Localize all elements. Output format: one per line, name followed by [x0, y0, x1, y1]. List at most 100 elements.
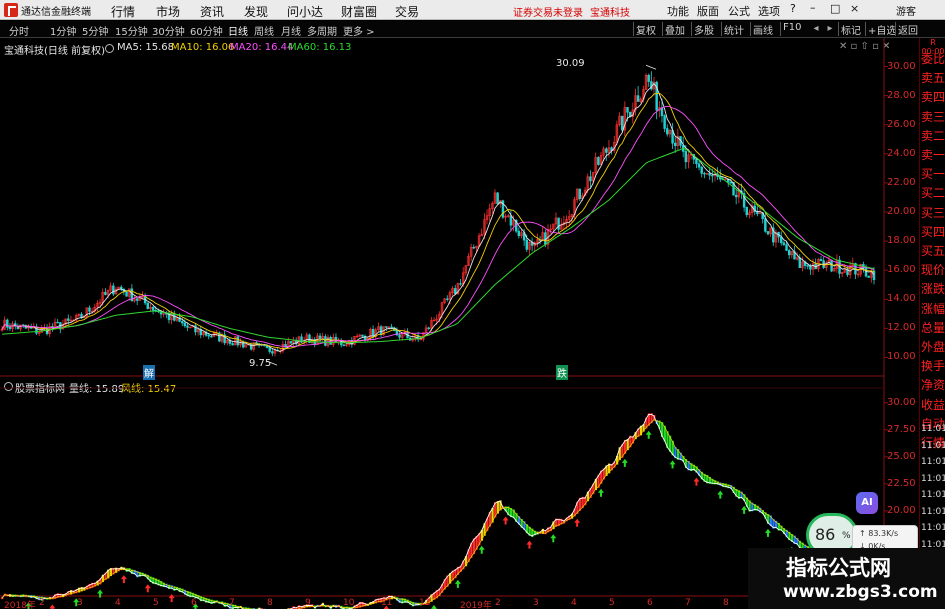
- candle-body: [231, 343, 234, 346]
- ma5-line: [1, 82, 875, 352]
- x-tick-label: 11: [381, 598, 393, 608]
- low-price-label: 9.75: [249, 358, 272, 369]
- side-item[interactable]: 总量: [921, 319, 945, 336]
- sub-y-tick: 30.00: [887, 396, 916, 408]
- ma60-line: [1, 147, 875, 344]
- x-tick-label: 12: [419, 598, 431, 608]
- main-y-tick: 30.00: [887, 60, 916, 72]
- candle-body: [385, 326, 388, 328]
- candle-body: [496, 192, 499, 205]
- side-item[interactable]: 收益: [921, 396, 945, 413]
- candle-body: [697, 163, 701, 168]
- candle-body: [419, 338, 422, 341]
- side-item[interactable]: 委比: [921, 50, 945, 67]
- candle-body: [427, 327, 430, 329]
- candle-body: [318, 335, 322, 340]
- signal-arrow: [717, 490, 724, 499]
- candle-body: [342, 344, 346, 347]
- candle-body: [183, 322, 187, 327]
- main-y-tick: 26.00: [887, 118, 916, 130]
- signal-arrow: [478, 545, 485, 554]
- main-y-tick: 28.00: [887, 89, 916, 101]
- candle-body: [207, 334, 210, 337]
- x-tick-label: 7: [229, 598, 235, 608]
- signal-arrow: [120, 575, 127, 584]
- sub-y-tick: 27.50: [887, 423, 916, 435]
- candle-body: [271, 351, 274, 354]
- site-watermark: 指标公式网 www.zbgs3.com: [748, 548, 945, 609]
- side-item[interactable]: 换手: [921, 357, 945, 374]
- main-y-tick: 24.00: [887, 147, 916, 159]
- candle-body: [544, 232, 547, 245]
- candle-body: [454, 288, 457, 295]
- candle-body: [626, 107, 629, 113]
- signal-arrow: [621, 458, 628, 467]
- candle-body: [787, 250, 791, 256]
- side-item[interactable]: 买二: [921, 184, 945, 201]
- candle-body: [809, 265, 812, 270]
- signal-arrow: [49, 604, 56, 609]
- net-upload: ↑ 83.3K/s: [859, 529, 899, 538]
- side-item[interactable]: 卖五: [921, 69, 945, 86]
- candle-body: [806, 265, 809, 267]
- main-ma-lines: [1, 82, 875, 352]
- side-item[interactable]: 买五: [921, 242, 945, 259]
- candle-body: [361, 334, 364, 337]
- candle-body: [236, 336, 240, 346]
- side-item[interactable]: 涨跌: [921, 280, 945, 297]
- candle-body: [734, 194, 738, 198]
- candle-body: [146, 302, 149, 309]
- speed-percent: 86: [815, 525, 836, 544]
- sub-y-tick: 22.50: [887, 477, 916, 489]
- candle-body: [210, 335, 213, 338]
- x-tick-label: 8: [723, 598, 729, 608]
- candle-body: [135, 298, 139, 301]
- candle-body: [745, 206, 749, 216]
- candle-body: [151, 306, 155, 311]
- signal-arrow: [526, 540, 533, 549]
- main-y-tick: 18.00: [887, 235, 916, 247]
- x-tick-label: 2019年: [460, 601, 492, 609]
- candle-body: [459, 283, 462, 285]
- signal-arrow: [144, 584, 151, 593]
- candle-body: [125, 291, 128, 297]
- marker-die[interactable]: 跌: [556, 365, 568, 380]
- high-price-label: 30.09: [556, 58, 585, 69]
- x-tick-label: 10: [343, 598, 355, 608]
- x-tick-label: 3: [77, 598, 83, 608]
- side-item[interactable]: 买四: [921, 223, 945, 240]
- side-item[interactable]: 买一: [921, 165, 945, 182]
- candle-body: [446, 298, 449, 300]
- candle-body: [194, 325, 197, 333]
- candle-body: [472, 246, 476, 249]
- candle-body: [729, 181, 733, 184]
- ma20-line: [1, 105, 875, 347]
- side-item[interactable]: 卖四: [921, 88, 945, 105]
- side-item[interactable]: 净资: [921, 376, 945, 393]
- candle-body: [525, 239, 529, 250]
- side-time: 11:01: [921, 490, 945, 500]
- side-item[interactable]: 外盘: [921, 338, 945, 355]
- candle-body: [695, 158, 698, 165]
- candle-body: [636, 95, 640, 102]
- candle-body: [819, 259, 823, 261]
- candle-body: [647, 74, 650, 82]
- signal-arrow: [168, 594, 175, 603]
- x-tick-label: 6: [191, 598, 197, 608]
- ai-assistant-button[interactable]: AI: [856, 492, 878, 514]
- side-time: 11:01: [921, 424, 945, 434]
- candle-body: [289, 341, 293, 344]
- candle-body: [764, 218, 767, 232]
- side-item[interactable]: 卖三: [921, 108, 945, 125]
- signal-arrow: [693, 477, 700, 486]
- side-item[interactable]: 现价: [921, 261, 945, 278]
- side-item[interactable]: 卖二: [921, 127, 945, 144]
- side-item[interactable]: 买三: [921, 204, 945, 221]
- marker-jie[interactable]: 解: [143, 365, 155, 380]
- speed-unit: %: [842, 531, 851, 541]
- kline-chart[interactable]: [0, 0, 945, 609]
- side-item[interactable]: 卖一: [921, 146, 945, 163]
- annotation-leader: [645, 64, 657, 70]
- side-item[interactable]: 涨幅: [921, 300, 945, 317]
- signal-arrow: [645, 430, 652, 439]
